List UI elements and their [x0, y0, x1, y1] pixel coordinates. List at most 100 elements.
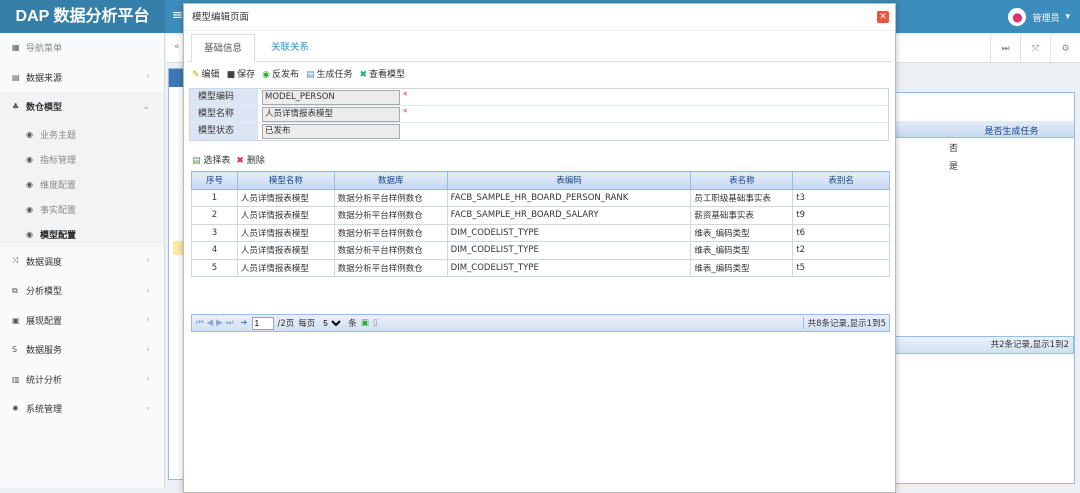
logo: DAP 数据分析平台	[0, 0, 165, 33]
sidebar-item-data-service[interactable]: S 数据服务 ‹	[0, 335, 164, 365]
export-doc-icon[interactable]: ▯	[373, 318, 378, 328]
select-table-button[interactable]: ▤ 选择表	[192, 153, 230, 166]
label: 删除	[246, 156, 265, 166]
task-icon: ▤	[305, 70, 315, 80]
column-header[interactable]: 表编码	[446, 171, 692, 190]
table-cell: 数据分析平台样例数仓	[333, 223, 448, 242]
user-name: 管理员	[1032, 13, 1060, 24]
label: 反发布	[271, 70, 299, 80]
label: 指标管理	[40, 155, 77, 166]
pager-nav-icons[interactable]: ⏮◀▶⏭	[196, 318, 236, 328]
delete-button[interactable]: ✖ 删除	[236, 153, 264, 166]
label: 维度配置	[40, 180, 77, 191]
sidebar-subitem[interactable]: ◉ 指标管理	[0, 147, 164, 172]
sidebar-subitem[interactable]: ◉ 业务主题	[0, 122, 164, 147]
table-row[interactable]: 5 人员详情报表模型 数据分析平台样例数仓 DIM_CODELIST_TYPE 维表_编…	[191, 258, 890, 277]
user-menu[interactable]: ● 管理员 ▾	[1008, 8, 1070, 26]
table-cell: 4	[191, 241, 238, 260]
required-mark: *	[403, 91, 408, 101]
label: 保存	[237, 70, 256, 80]
model-status-field[interactable]: 已发布	[262, 124, 400, 139]
model-code-field[interactable]: MODEL_PERSON	[262, 90, 400, 105]
sidebar-subitem[interactable]: ◉ 事实配置	[0, 197, 164, 222]
generate-task-button[interactable]: ▤ 生成任务	[306, 67, 353, 80]
sidebar-item-display[interactable]: ▣ 展现配置 ‹	[0, 306, 164, 336]
tools-icon: ✖	[359, 70, 368, 80]
column-header[interactable]: 序号	[191, 171, 238, 190]
chevron-left-icon: ‹	[146, 256, 150, 267]
grid-pager: ⏮◀▶⏭ ➜ /2页 每页 5 条 ▣ ▯ 共8条记录,显示1到5	[191, 314, 890, 332]
delete-icon: ✖	[236, 156, 244, 166]
model-status-label: 模型状态	[190, 123, 258, 140]
sidebar-item-system[interactable]: ✹ 系统管理 ‹	[0, 394, 164, 424]
edit-button[interactable]: ✎ 编辑	[192, 67, 220, 80]
label: 数仓模型	[26, 103, 63, 114]
form-row: 模型状态 已发布	[190, 123, 888, 140]
table-cell: 人员详情报表模型	[236, 241, 335, 260]
page-input[interactable]	[251, 316, 274, 330]
required-mark: *	[403, 108, 408, 118]
table-row[interactable]: 2 人员详情报表模型 数据分析平台样例数仓 FACB_SAMPLE_HR_BOARD_…	[191, 206, 890, 225]
per-page-select[interactable]: 5	[319, 316, 345, 330]
chevron-left-icon: ‹	[146, 344, 150, 355]
submenu: ◉ 业务主题 ◉ 指标管理 ◉ 维度配置 ◉ 事实配置 ◉ 模型配置	[0, 121, 164, 247]
label: 数据来源	[26, 73, 63, 84]
table-row[interactable]: 4 人员详情报表模型 数据分析平台样例数仓 DIM_CODELIST_TYPE 维表_编…	[191, 241, 890, 260]
sidebar-item-scheduling[interactable]: ⤨ 数据调度 ‹	[0, 247, 164, 277]
label: 分析模型	[26, 287, 63, 298]
table-cell: 1	[191, 188, 238, 207]
avatar: ●	[1008, 8, 1027, 26]
pencil-icon: ✎	[192, 70, 200, 80]
model-name-label: 模型名称	[190, 106, 258, 122]
scroll-left-icon[interactable]: «	[174, 42, 180, 52]
column-header[interactable]: 数据库	[333, 171, 448, 190]
close-icon[interactable]: ✕	[877, 11, 889, 23]
menu-toggle-icon[interactable]: ≡	[172, 8, 183, 23]
sidebar-item-analysis-model[interactable]: ⧉ 分析模型 ‹	[0, 276, 164, 306]
shuffle-icon: ⤨	[12, 256, 19, 266]
label: 生成任务	[316, 70, 353, 80]
column-header[interactable]: 模型名称	[236, 171, 335, 190]
go-icon[interactable]: ➜	[240, 318, 247, 328]
table-cell: 维表_编码类型	[690, 223, 794, 242]
caret-down-icon: ▾	[1065, 12, 1070, 22]
chevron-left-icon: ‹	[146, 315, 150, 326]
table-cell: t9	[792, 206, 890, 225]
settings-icon[interactable]: ⚙	[1050, 35, 1080, 63]
table-row[interactable]: 3 人员详情报表模型 数据分析平台样例数仓 DIM_CODELIST_TYPE 维表_编…	[191, 223, 890, 242]
per-page-label: 每页	[298, 319, 316, 329]
label: 选择表	[203, 156, 231, 166]
sidebar-item-statistics[interactable]: ▥ 统计分析 ‹	[0, 365, 164, 395]
tab-relations[interactable]: 关联关系	[259, 34, 321, 62]
sidebar-subitem-active[interactable]: ◉ 模型配置	[0, 222, 164, 247]
column-header[interactable]: 表别名	[792, 171, 890, 190]
table-cell: 人员详情报表模型	[236, 206, 335, 225]
tab-basic-info[interactable]: 基础信息	[191, 34, 256, 62]
table-cell: 2	[191, 206, 238, 225]
layout-icon: ▣	[12, 315, 20, 325]
dollar-icon: S	[12, 345, 18, 355]
save-button[interactable]: ■ 保存	[227, 67, 256, 80]
table-cell: t6	[792, 223, 890, 242]
view-model-button[interactable]: ✖ 查看模型	[360, 67, 406, 80]
model-name-field[interactable]: 人员详情报表模型	[262, 107, 400, 122]
leaf-icon: ◉	[26, 154, 33, 164]
table-cell: 5	[191, 258, 238, 277]
export-excel-icon[interactable]: ▣	[361, 318, 369, 328]
chevron-left-icon: ‹	[146, 403, 150, 414]
column-header[interactable]: 表名称	[690, 171, 794, 190]
sidebar-item-warehouse-model[interactable]: ♣ 数仓模型 ⌄	[0, 92, 164, 122]
table-cell: FACB_SAMPLE_HR_BOARD_PERSON_RANK	[446, 188, 692, 207]
unpublish-button[interactable]: ◉ 反发布	[262, 67, 299, 80]
sidebar-subitem[interactable]: ◉ 维度配置	[0, 172, 164, 197]
sidebar-item-data-source[interactable]: ▤ 数据来源 ‹	[0, 63, 164, 93]
sidebar: ▦ 导航菜单 ▤ 数据来源 ‹ ♣ 数仓模型 ⌄ ◉ 业务主题 ◉ 指标管理 ◉ 维度配置 ◉ 事…	[0, 33, 165, 488]
fullscreen-icon[interactable]: ⤧	[1020, 35, 1050, 63]
table-cell: 维表_编码类型	[690, 241, 794, 260]
form-row: 模型名称 人员详情报表模型 *	[190, 106, 888, 123]
table-row[interactable]: 1 人员详情报表模型 数据分析平台样例数仓 FACB_SAMPLE_HR_BOARD_…	[191, 188, 890, 207]
forward-icon[interactable]: ⏭	[990, 35, 1020, 63]
sidebar-header: ▦ 导航菜单	[0, 33, 164, 63]
database-icon: ▤	[12, 72, 20, 82]
label: 数据调度	[26, 257, 63, 268]
